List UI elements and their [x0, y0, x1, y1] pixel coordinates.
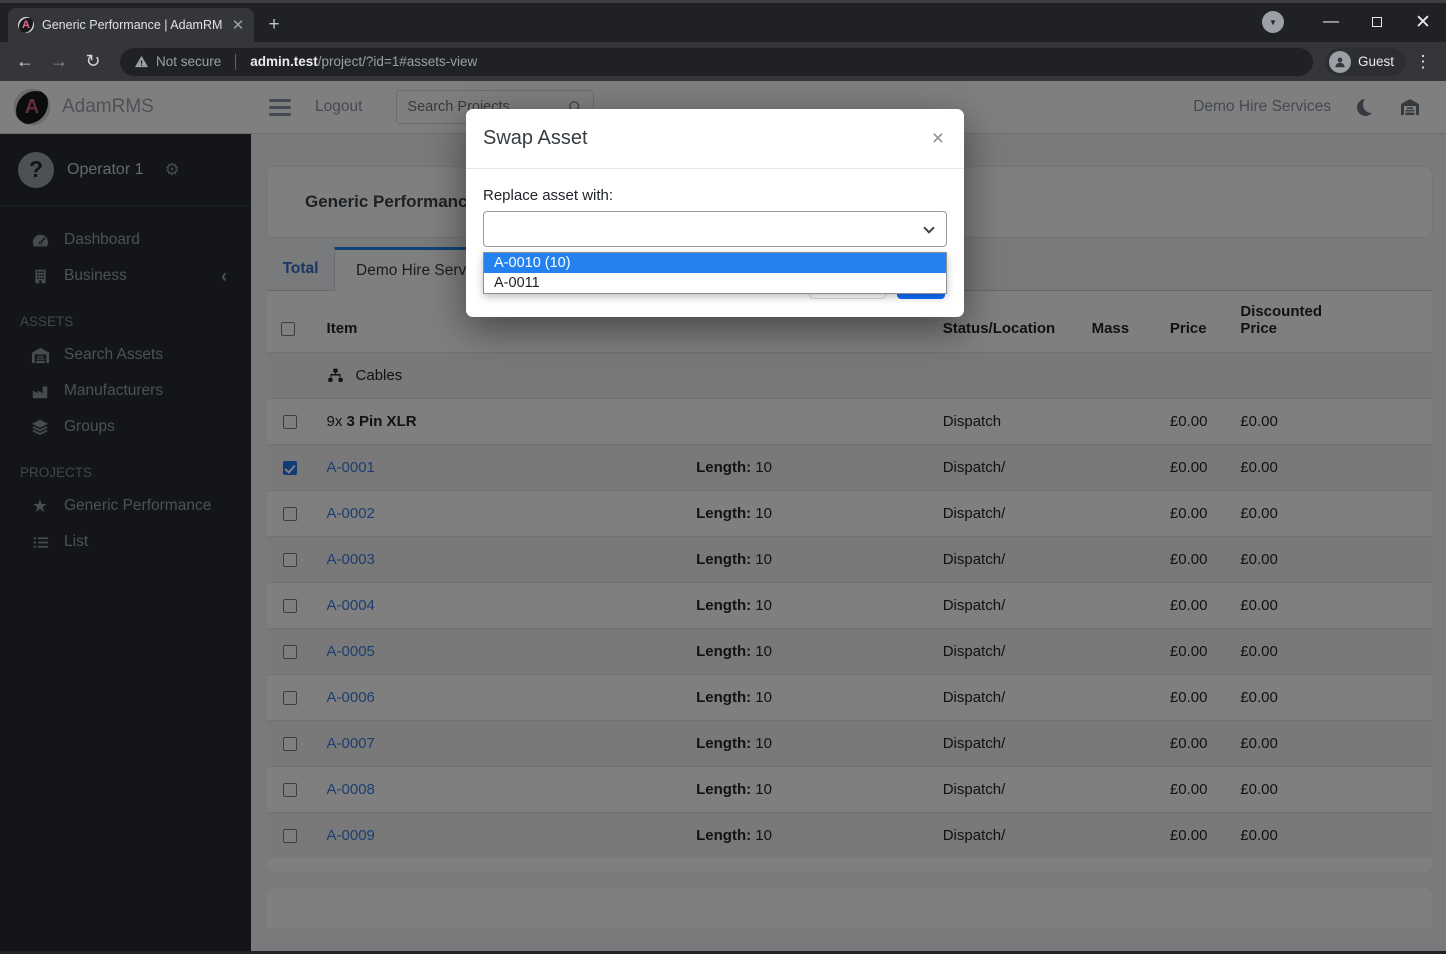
browser-window: A Generic Performance | AdamRMS ✕ + ▼ — … [0, 0, 1446, 954]
reload-button[interactable]: ↻ [78, 47, 108, 77]
replace-asset-label: Replace asset with: [483, 187, 947, 204]
favicon: A [18, 17, 34, 33]
browser-titlebar: A Generic Performance | AdamRMS ✕ + ▼ — … [0, 0, 1446, 42]
omnibox-divider [235, 54, 236, 70]
not-secure-label: Not secure [156, 54, 221, 69]
modal-header: Swap Asset × [466, 109, 964, 169]
address-bar[interactable]: Not secure admin.test/project/?id=1#asse… [120, 48, 1313, 76]
url-path: /project/?id=1#assets-view [318, 54, 477, 69]
close-button[interactable]: ✕ [1400, 7, 1446, 37]
modal-body: Replace asset with: [466, 169, 964, 247]
minimize-button[interactable]: — [1308, 7, 1354, 37]
maximize-button[interactable] [1354, 7, 1400, 37]
forward-button[interactable]: → [44, 47, 74, 77]
tab-close-icon[interactable]: ✕ [230, 16, 246, 34]
browser-tab[interactable]: A Generic Performance | AdamRMS ✕ [8, 8, 254, 42]
window-controls: ▼ — ✕ [1262, 6, 1446, 38]
browser-toolbar: ← → ↻ Not secure admin.test/project/?id=… [0, 42, 1446, 81]
media-controls-icon[interactable]: ▼ [1262, 11, 1284, 33]
url-host: admin.test [250, 54, 318, 69]
select-popup: A-0010 (10)A-0011 [483, 252, 947, 294]
url-text: admin.test/project/?id=1#assets-view [250, 54, 477, 69]
page-viewport: A AdamRMS Logout Demo Hire Services ? Op… [0, 81, 1446, 951]
maximize-icon [1372, 17, 1382, 27]
security-status[interactable]: Not secure [134, 54, 221, 69]
new-tab-button[interactable]: + [260, 11, 288, 39]
browser-menu-icon[interactable]: ⋮ [1410, 52, 1436, 72]
browser-tab-title: Generic Performance | AdamRMS [42, 18, 222, 32]
warning-icon [134, 54, 149, 69]
modal-close-icon[interactable]: × [932, 128, 944, 149]
modal-title: Swap Asset [483, 127, 588, 150]
profile-button[interactable]: Guest [1325, 48, 1406, 76]
select-option[interactable]: A-0011 [484, 273, 946, 293]
replace-asset-select[interactable] [483, 211, 947, 247]
back-button[interactable]: ← [10, 47, 40, 77]
profile-label: Guest [1358, 54, 1394, 69]
select-option[interactable]: A-0010 (10) [484, 253, 946, 273]
profile-avatar-icon [1329, 51, 1351, 73]
chevron-down-icon [923, 222, 934, 233]
